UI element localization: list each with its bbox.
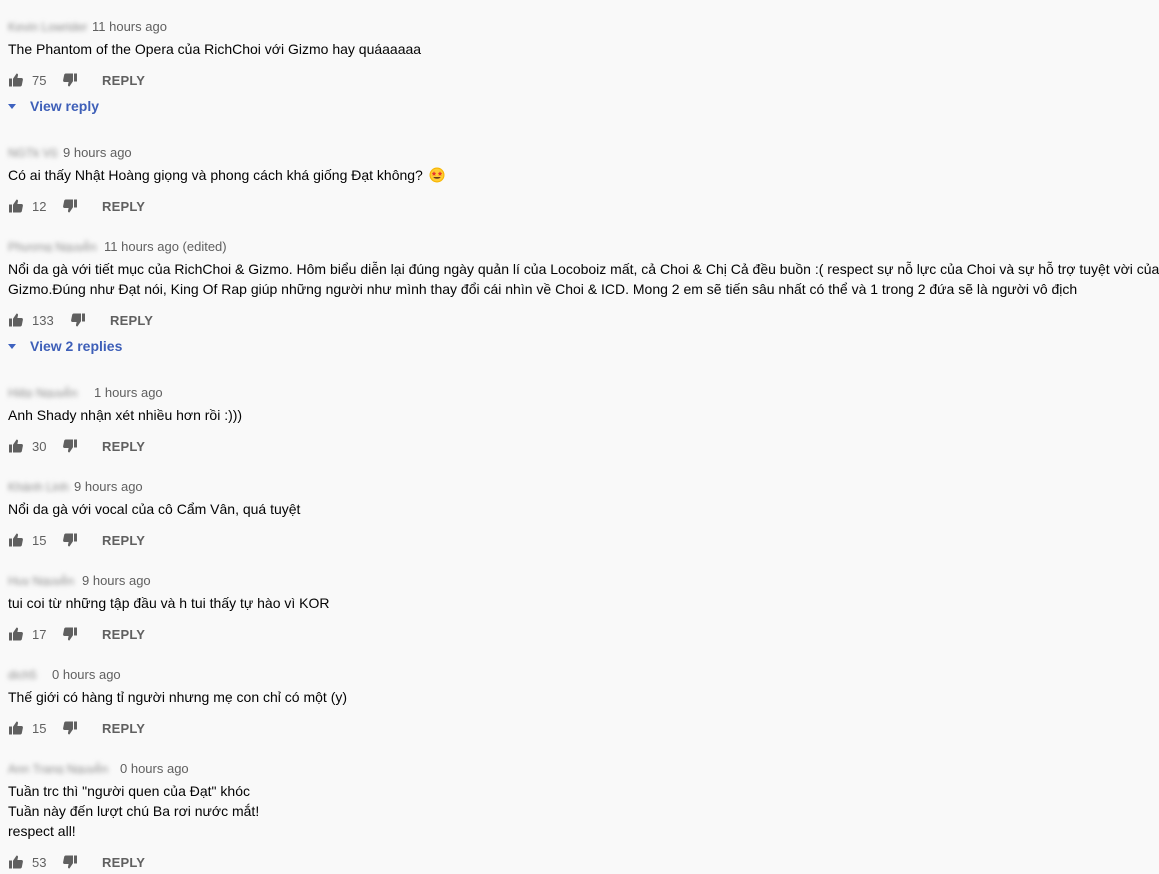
comment-line: Tuần trc thì "người quen của Đạt" khóc bbox=[8, 783, 250, 799]
comment-author[interactable]: NGTk Vũ bbox=[8, 146, 63, 158]
comment-line: The Phantom of the Opera của RichChoi vớ… bbox=[8, 41, 422, 57]
comment-text: Thế giới có hàng tỉ người nhưng mẹ con c… bbox=[8, 687, 1150, 707]
comment-actions: 15 REPLY bbox=[8, 716, 145, 740]
reply-button[interactable]: REPLY bbox=[102, 855, 145, 870]
reply-button[interactable]: REPLY bbox=[102, 73, 145, 88]
like-count: 53 bbox=[32, 854, 47, 870]
thumbs-up-icon[interactable] bbox=[8, 72, 24, 88]
like-count: 75 bbox=[32, 72, 47, 88]
thumbs-down-icon[interactable] bbox=[62, 854, 78, 870]
comment-actions: 30 REPLY bbox=[8, 434, 145, 458]
thumbs-down-icon[interactable] bbox=[62, 438, 78, 454]
comment-actions: 53 REPLY bbox=[8, 850, 145, 874]
comment-author[interactable]: Kevin Lowrider bbox=[8, 20, 92, 32]
comment-author[interactable]: Ann Trang Nguyễn bbox=[8, 762, 120, 774]
comment-line: respect all! bbox=[8, 823, 76, 839]
reply-button[interactable]: REPLY bbox=[102, 721, 145, 736]
thumbs-down-icon[interactable] bbox=[62, 198, 78, 214]
comment-author[interactable]: Phương Nguyễn bbox=[8, 240, 104, 252]
comment-time[interactable]: 11 hours ago bbox=[92, 19, 167, 34]
reply-button[interactable]: REPLY bbox=[110, 313, 153, 328]
comment-meta: Hiệp Nguyễn 1 hours ago bbox=[8, 384, 163, 400]
comment-text: Tuần trc thì "người quen của Đạt" khóc T… bbox=[8, 781, 1150, 841]
reply-button[interactable]: REPLY bbox=[102, 199, 145, 214]
comment-line: Tuần này đến lượt chú Ba rơi nước mắt! bbox=[8, 803, 260, 819]
comment-author[interactable]: Khánh Linh bbox=[8, 480, 74, 492]
comment-meta: Kevin Lowrider 11 hours ago bbox=[8, 18, 167, 34]
like-count: 12 bbox=[32, 198, 47, 214]
comment-time[interactable]: 1 hours ago bbox=[94, 385, 163, 400]
thumbs-up-icon[interactable] bbox=[8, 438, 24, 454]
comment-text: Có ai thấy Nhật Hoàng giọng và phong các… bbox=[8, 165, 1150, 185]
view-replies-label: View 2 replies bbox=[30, 338, 123, 354]
comment-text: tui coi từ những tập đầu và h tui thấy t… bbox=[8, 593, 1150, 613]
comment-meta: Huy Nguyễn 9 hours ago bbox=[8, 572, 151, 588]
comment-time[interactable]: 0 hours ago bbox=[52, 667, 121, 682]
comment-time[interactable]: 9 hours ago bbox=[82, 573, 151, 588]
comment-line-text: Có ai thấy Nhật Hoàng giọng và phong các… bbox=[8, 167, 423, 183]
comment-line: Nổi da gà với vocal của cô Cẩm Vân, quá … bbox=[8, 501, 301, 517]
thumbs-up-icon[interactable] bbox=[8, 312, 24, 328]
comment-meta: Phương Nguyễn 11 hours ago (edited) bbox=[8, 238, 227, 254]
comment-text: The Phantom of the Opera của RichChoi vớ… bbox=[8, 39, 1150, 59]
comment-time[interactable]: 11 hours ago (edited) bbox=[104, 239, 227, 254]
comment-author[interactable]: dịch5 bbox=[8, 668, 52, 680]
thumbs-down-icon[interactable] bbox=[70, 312, 86, 328]
chevron-down-icon bbox=[8, 343, 16, 349]
thumbs-up-icon[interactable] bbox=[8, 626, 24, 642]
comment-meta: NGTk Vũ 9 hours ago bbox=[8, 144, 132, 160]
comment-line: Có ai thấy Nhật Hoàng giọng và phong các… bbox=[8, 165, 1150, 185]
comment-text: Nổi da gà với tiết mục của RichChoi & Gi… bbox=[8, 259, 1159, 299]
like-count: 17 bbox=[32, 626, 47, 642]
comment-actions: 12 REPLY bbox=[8, 194, 145, 218]
thumbs-up-icon[interactable] bbox=[8, 854, 24, 870]
comment-author[interactable]: Huy Nguyễn bbox=[8, 574, 82, 586]
thumbs-up-icon[interactable] bbox=[8, 532, 24, 548]
comment-meta: dịch5 0 hours ago bbox=[8, 666, 121, 682]
comment-text: Anh Shady nhận xét nhiều hơn rồi :))) bbox=[8, 405, 1150, 425]
reply-button[interactable]: REPLY bbox=[102, 439, 145, 454]
thumbs-up-icon[interactable] bbox=[8, 720, 24, 736]
reply-button[interactable]: REPLY bbox=[102, 533, 145, 548]
comment-time[interactable]: 9 hours ago bbox=[63, 145, 132, 160]
chevron-down-icon bbox=[8, 103, 16, 109]
comment-actions: 17 REPLY bbox=[8, 622, 145, 646]
thumbs-down-icon[interactable] bbox=[62, 720, 78, 736]
view-replies-button[interactable]: View 2 replies bbox=[8, 338, 122, 354]
comment-actions: 75 REPLY bbox=[8, 68, 145, 92]
comment-actions: 133 REPLY bbox=[8, 308, 153, 332]
thumbs-up-icon[interactable] bbox=[8, 198, 24, 214]
comment-actions: 15 REPLY bbox=[8, 528, 145, 552]
comment-time[interactable]: 0 hours ago bbox=[120, 761, 189, 776]
comment-author[interactable]: Hiệp Nguyễn bbox=[8, 386, 94, 398]
reply-button[interactable]: REPLY bbox=[102, 627, 145, 642]
comment-time[interactable]: 9 hours ago bbox=[74, 479, 143, 494]
like-count: 133 bbox=[32, 312, 54, 328]
star-struck-emoji-icon bbox=[429, 167, 445, 183]
comment-line: Anh Shady nhận xét nhiều hơn rồi :))) bbox=[8, 407, 243, 423]
comment-line: tui coi từ những tập đầu và h tui thấy t… bbox=[8, 595, 330, 611]
comment-line: Gizmo.Đúng như Đạt nói, King Of Rap giúp… bbox=[8, 281, 1078, 297]
like-count: 30 bbox=[32, 438, 47, 454]
thumbs-down-icon[interactable] bbox=[62, 626, 78, 642]
thumbs-down-icon[interactable] bbox=[62, 532, 78, 548]
comment-meta: Khánh Linh 9 hours ago bbox=[8, 478, 143, 494]
view-replies-button[interactable]: View reply bbox=[8, 98, 99, 114]
view-replies-label: View reply bbox=[30, 98, 100, 114]
comment-meta: Ann Trang Nguyễn 0 hours ago bbox=[8, 760, 189, 776]
like-count: 15 bbox=[32, 532, 47, 548]
like-count: 15 bbox=[32, 720, 47, 736]
comment-text: Nổi da gà với vocal của cô Cẩm Vân, quá … bbox=[8, 499, 1150, 519]
comment-line: Thế giới có hàng tỉ người nhưng mẹ con c… bbox=[8, 689, 348, 705]
comment-line: Nổi da gà với tiết mục của RichChoi & Gi… bbox=[8, 261, 1159, 277]
thumbs-down-icon[interactable] bbox=[62, 72, 78, 88]
